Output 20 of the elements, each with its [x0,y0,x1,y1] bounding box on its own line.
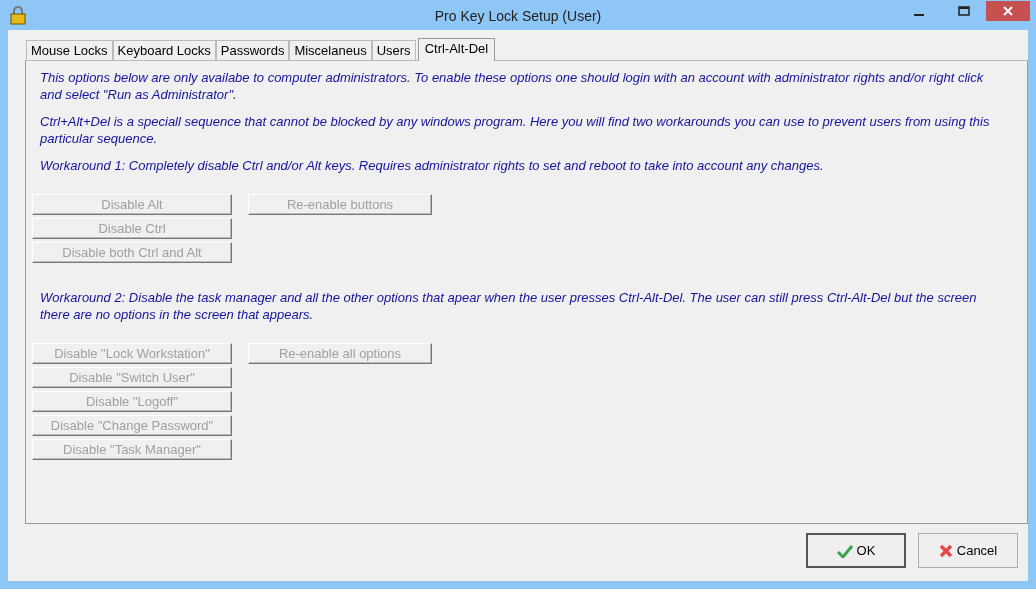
cancel-button[interactable]: Cancel [918,533,1018,568]
tab[interactable]: Keyboard Locks [112,40,216,60]
info-text: Ctrl+Alt+Del is a speciall sequence that cannot be blocked by any windows program. Here you will find two workarounds you can use to prevent users from using this particular sequence. [40,113,991,147]
window-title: Pro Key Lock Setup (User) [434,7,602,26]
ok-button[interactable]: OK [806,533,906,568]
close-icon [1002,6,1014,16]
padlock-icon [10,5,26,25]
close-icon [938,543,953,558]
info-text: Workaround 1: Completely disable Ctrl and/or Alt keys. Requires administrator rights to set and reboot to take into account any changes. [40,157,825,174]
tab[interactable]: Users [371,40,416,60]
minimize-icon [913,14,924,16]
tab[interactable]: Miscelaneus [289,40,372,60]
check-icon [836,543,853,558]
info-text: This options below are only availabe to computer administrators. To enable these options one should login with an account with administrator rights and/or right click and select "Run as Administrator". [40,69,985,103]
tab[interactable]: Mouse Locks [26,40,113,60]
tab[interactable]: Ctrl-Alt-Del [417,38,496,61]
tab[interactable]: Passwords [215,40,290,60]
maximize-icon [957,6,970,16]
info-text: Workaround 2: Disable the task manager and all the other options that apear when the user presses Ctrl-Alt-Del. The user can still press Ctrl-Alt-Del but the screen there are no options in the screen that appears. [40,289,978,323]
close-button[interactable] [986,1,1030,21]
